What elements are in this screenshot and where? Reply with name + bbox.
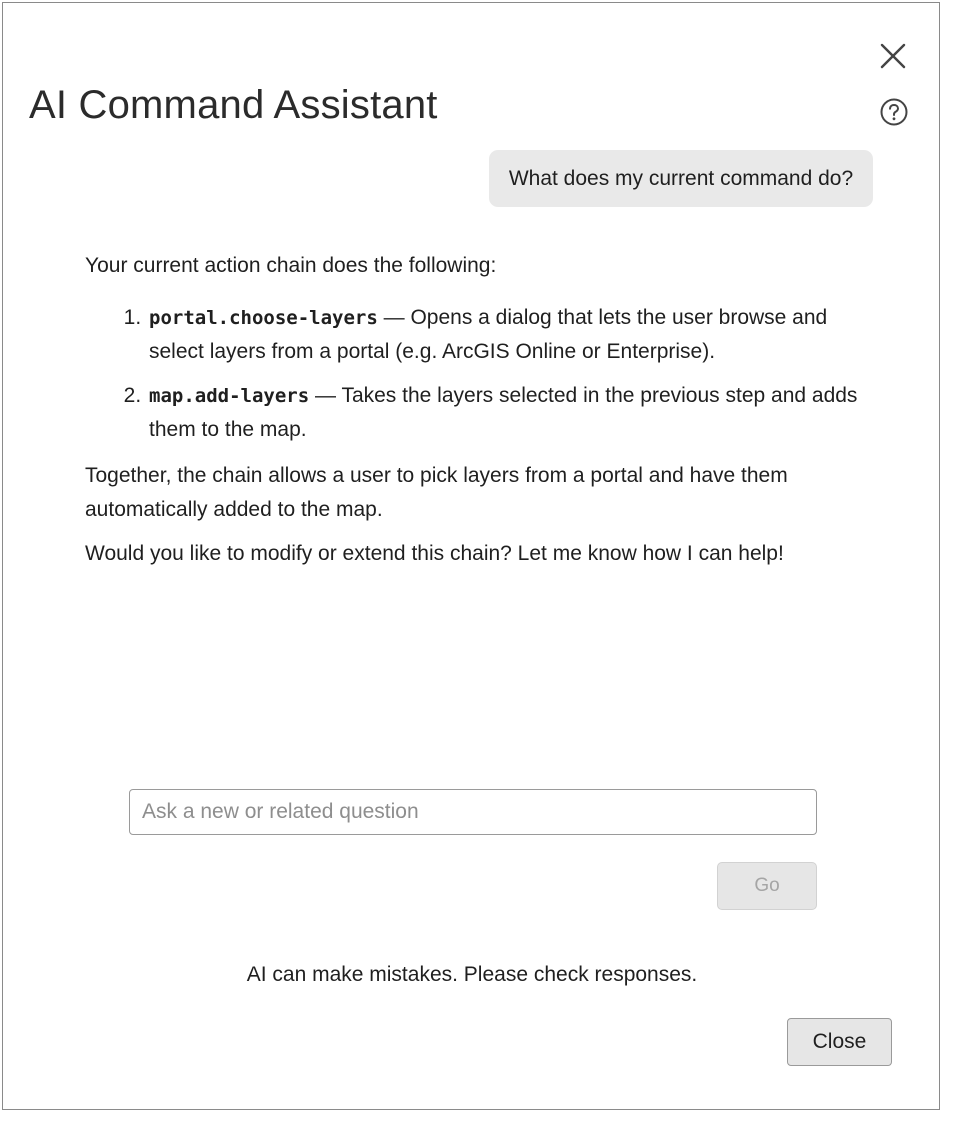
list-item: map.add-layers — Takes the layers select… — [147, 379, 875, 447]
list-item: portal.choose-layers — Opens a dialog th… — [147, 301, 875, 369]
step-command: portal.choose-layers — [149, 307, 378, 329]
response-steps-list: portal.choose-layers — Opens a dialog th… — [85, 301, 875, 447]
help-icon[interactable] — [879, 97, 909, 127]
close-icon[interactable] — [876, 39, 910, 73]
go-button[interactable]: Go — [717, 862, 817, 910]
dialog-title: AI Command Assistant — [29, 83, 438, 127]
help-icon-glyph — [880, 98, 908, 126]
step-command: map.add-layers — [149, 385, 310, 407]
ai-command-assistant-dialog: AI Command Assistant What does my curren… — [2, 2, 940, 1110]
user-message-bubble: What does my current command do? — [489, 150, 873, 207]
question-input[interactable] — [129, 789, 817, 835]
close-icon-glyph — [880, 43, 906, 69]
close-button[interactable]: Close — [787, 1018, 892, 1066]
disclaimer-text: AI can make mistakes. Please check respo… — [246, 963, 698, 986]
response-intro: Your current action chain does the follo… — [85, 254, 497, 277]
assistant-response: Your current action chain does the follo… — [85, 249, 875, 571]
response-summary: Together, the chain allows a user to pic… — [85, 464, 788, 521]
response-followup: Would you like to modify or extend this … — [85, 542, 784, 565]
